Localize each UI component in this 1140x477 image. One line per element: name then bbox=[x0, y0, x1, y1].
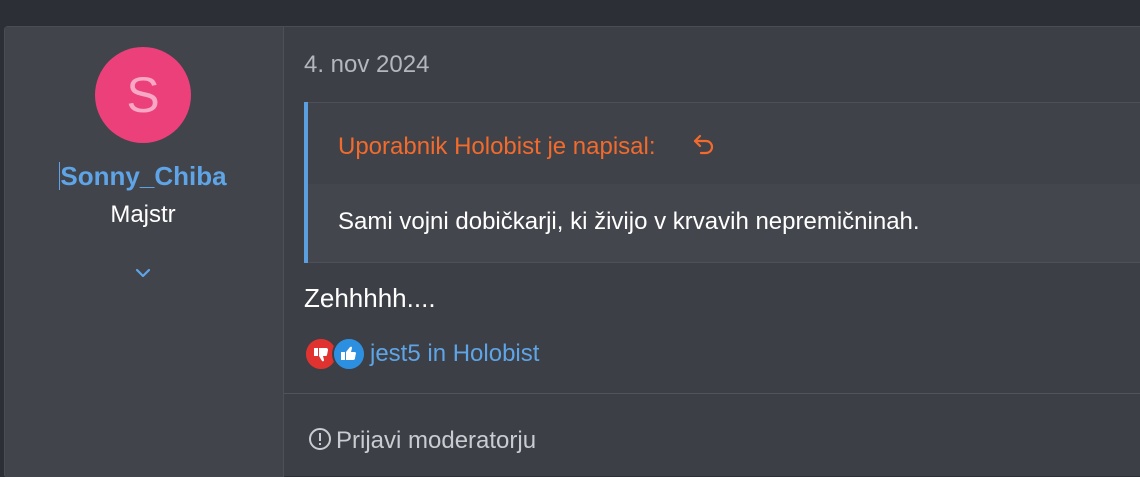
report-label: Prijavi moderatorju bbox=[336, 427, 537, 454]
footer-divider bbox=[284, 393, 1140, 394]
jump-to-quote-icon[interactable] bbox=[692, 132, 718, 158]
user-info-panel: S Sonny_Chiba Majstr bbox=[5, 27, 284, 477]
reaction-users-link[interactable]: jest5 in Holobist bbox=[370, 340, 539, 368]
report-button[interactable]: Prijavi moderatorju bbox=[308, 427, 536, 457]
page-top-bar bbox=[0, 0, 1140, 26]
quote-body: Sami vojni dobičkarji, ki živijo v krvav… bbox=[308, 184, 1140, 263]
post-content: 4. nov 2024 Uporabnik Holobist je napisa… bbox=[284, 27, 1140, 477]
warning-icon bbox=[309, 428, 331, 450]
post-message: Zehhhhh.... bbox=[304, 283, 436, 313]
user-title: Majstr bbox=[110, 201, 176, 228]
thumbs-up-icon[interactable] bbox=[332, 337, 366, 371]
chevron-down-icon[interactable] bbox=[133, 263, 153, 283]
avatar[interactable]: S bbox=[95, 47, 191, 143]
quote-header: Uporabnik Holobist je napisal: bbox=[308, 102, 1140, 184]
quote-author-link[interactable]: Uporabnik Holobist je napisal: bbox=[338, 133, 656, 161]
quote-block: Uporabnik Holobist je napisal: Sami vojn… bbox=[304, 102, 1140, 263]
post-date[interactable]: 4. nov 2024 bbox=[304, 51, 429, 79]
username-link[interactable]: Sonny_Chiba bbox=[5, 161, 281, 192]
username-text: Sonny_Chiba bbox=[60, 161, 227, 191]
forum-post: S Sonny_Chiba Majstr 4. nov 2024 Uporabn… bbox=[4, 26, 1140, 477]
quote-text: Sami vojni dobičkarji, ki živijo v krvav… bbox=[338, 208, 920, 235]
